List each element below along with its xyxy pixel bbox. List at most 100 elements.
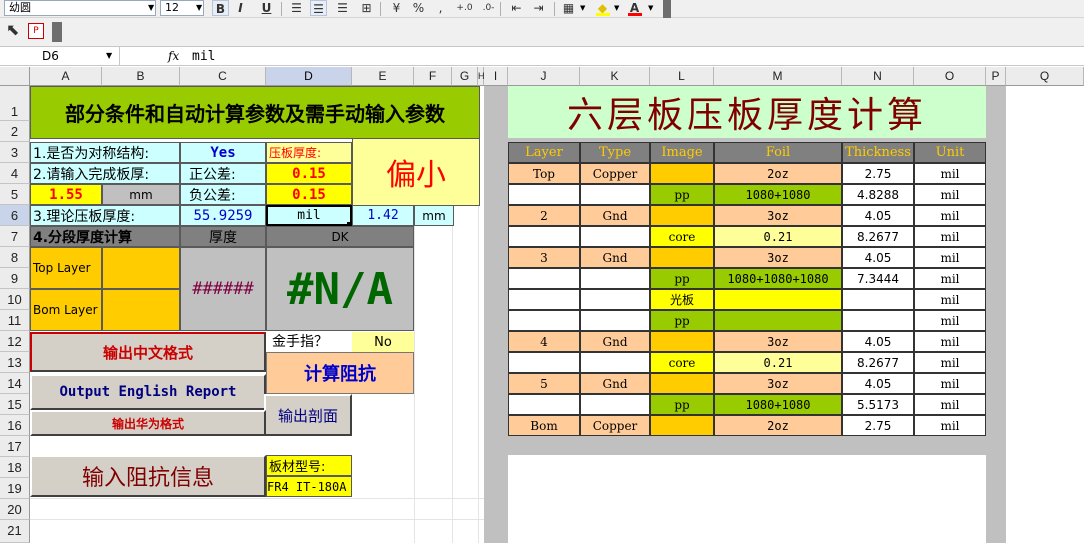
- borders-icon[interactable]: ▦: [560, 0, 577, 16]
- column-header-p[interactable]: P: [986, 67, 1006, 86]
- currency-icon[interactable]: ¥: [388, 0, 405, 16]
- row-header-7[interactable]: 7: [0, 226, 30, 247]
- toolbar-options-icon[interactable]: [52, 22, 62, 42]
- bom-layer-value[interactable]: [102, 289, 180, 331]
- stackup-cell-image[interactable]: [650, 163, 714, 184]
- align-right-icon[interactable]: ☰: [334, 0, 351, 16]
- row-header-2[interactable]: 2: [0, 121, 30, 142]
- bold-button[interactable]: B: [212, 0, 229, 16]
- input-impedance-button[interactable]: 输入阻抗信息: [30, 455, 266, 497]
- stackup-cell-foil[interactable]: 0.21: [714, 352, 842, 373]
- row-header-17[interactable]: 17: [0, 436, 30, 457]
- stackup-cell-foil[interactable]: 1080+1080+1080: [714, 268, 842, 289]
- stackup-cell-foil[interactable]: 2oz: [714, 163, 842, 184]
- italic-button[interactable]: I: [232, 0, 249, 16]
- stackup-cell-image[interactable]: core: [650, 352, 714, 373]
- row-header-4[interactable]: 4: [0, 163, 30, 184]
- row-header-12[interactable]: 12: [0, 331, 30, 352]
- export-chinese-button[interactable]: 输出中文格式: [30, 332, 266, 372]
- row-header-18[interactable]: 18: [0, 457, 30, 478]
- stackup-cell-image[interactable]: pp: [650, 310, 714, 331]
- column-header-o[interactable]: O: [914, 67, 986, 86]
- column-header-n[interactable]: N: [842, 67, 914, 86]
- stackup-cell-foil[interactable]: [714, 289, 842, 310]
- column-header-b[interactable]: B: [102, 67, 180, 86]
- column-header-f[interactable]: F: [414, 67, 452, 86]
- row-header-8[interactable]: 8: [0, 247, 30, 268]
- stackup-cell-image[interactable]: [650, 415, 714, 436]
- row-header-6[interactable]: 6: [0, 205, 30, 226]
- decrease-decimal-icon[interactable]: .0-: [480, 0, 497, 16]
- row-header-21[interactable]: 21: [0, 520, 30, 543]
- negative-tolerance-value[interactable]: 0.15: [266, 184, 352, 205]
- positive-tolerance-value[interactable]: 0.15: [266, 163, 352, 184]
- column-header-l[interactable]: L: [650, 67, 714, 86]
- pdf-icon[interactable]: P: [28, 23, 44, 39]
- toolbar-options-icon[interactable]: [663, 0, 671, 20]
- row-header-16[interactable]: 16: [0, 415, 30, 436]
- stackup-cell-foil[interactable]: 1080+1080: [714, 394, 842, 415]
- column-header-d[interactable]: D: [266, 67, 352, 86]
- stackup-cell-image[interactable]: pp: [650, 184, 714, 205]
- font-color-dropdown-icon[interactable]: ▼: [648, 4, 653, 12]
- percent-button[interactable]: %: [410, 0, 427, 16]
- font-size-dropdown-icon[interactable]: ▼: [196, 3, 202, 12]
- material-value[interactable]: FR4 IT-180A: [266, 476, 352, 497]
- align-center-icon[interactable]: ☰: [310, 0, 327, 16]
- align-left-icon[interactable]: ☰: [288, 0, 305, 16]
- comma-style-button[interactable]: ,: [432, 0, 449, 16]
- stackup-cell-image[interactable]: [650, 331, 714, 352]
- column-header-j[interactable]: J: [508, 67, 580, 86]
- row-header-15[interactable]: 15: [0, 394, 30, 415]
- row-header-19[interactable]: 19: [0, 478, 30, 499]
- stackup-cell-foil[interactable]: 3oz: [714, 373, 842, 394]
- font-name-dropdown-icon[interactable]: ▼: [148, 3, 154, 12]
- select-all-corner[interactable]: [0, 67, 30, 86]
- column-header-k[interactable]: K: [580, 67, 650, 86]
- row-header-9[interactable]: 9: [0, 268, 30, 289]
- column-header-a[interactable]: A: [30, 67, 102, 86]
- formula-input[interactable]: mil: [192, 49, 215, 64]
- stackup-cell-foil[interactable]: 1080+1080: [714, 184, 842, 205]
- stackup-cell-foil[interactable]: 3oz: [714, 331, 842, 352]
- gold-finger-value[interactable]: No: [352, 332, 414, 352]
- stackup-cell-image[interactable]: core: [650, 226, 714, 247]
- increase-indent-icon[interactable]: ⇥: [530, 0, 547, 16]
- stackup-cell-foil[interactable]: 2oz: [714, 415, 842, 436]
- row-header-20[interactable]: 20: [0, 499, 30, 520]
- column-header-c[interactable]: C: [180, 67, 266, 86]
- stackup-cell-image[interactable]: 光板: [650, 289, 714, 310]
- column-header-q[interactable]: Q: [1006, 67, 1084, 86]
- fill-color-dropdown-icon[interactable]: ▼: [614, 4, 619, 12]
- finished-thickness-input[interactable]: 1.55: [30, 184, 102, 205]
- export-english-button[interactable]: Output English Report: [30, 374, 266, 410]
- merge-center-icon[interactable]: ⊞: [358, 0, 375, 16]
- row-header-10[interactable]: 10: [0, 289, 30, 310]
- column-header-m[interactable]: M: [714, 67, 842, 86]
- row-header-13[interactable]: 13: [0, 352, 30, 373]
- increase-decimal-icon[interactable]: +.0: [456, 0, 473, 16]
- stackup-cell-foil[interactable]: 3oz: [714, 247, 842, 268]
- stackup-cell-image[interactable]: [650, 247, 714, 268]
- stackup-cell-foil[interactable]: [714, 310, 842, 331]
- export-section-button[interactable]: 输出剖面: [264, 394, 352, 436]
- export-huawei-button[interactable]: 输出华为格式: [30, 410, 266, 436]
- stackup-cell-image[interactable]: [650, 205, 714, 226]
- row-header-14[interactable]: 14: [0, 373, 30, 394]
- top-layer-value[interactable]: [102, 247, 180, 289]
- name-box-dropdown-icon[interactable]: ▼: [106, 51, 112, 60]
- function-icon[interactable]: fx: [168, 49, 179, 63]
- theory-unit-cell-selected[interactable]: mil: [266, 205, 352, 226]
- borders-dropdown-icon[interactable]: ▼: [580, 4, 585, 12]
- symmetric-value[interactable]: Yes: [180, 142, 266, 163]
- row-header-1[interactable]: 1: [0, 86, 30, 121]
- decrease-indent-icon[interactable]: ⇤: [508, 0, 525, 16]
- underline-button[interactable]: U: [258, 0, 275, 16]
- stackup-cell-foil[interactable]: 0.21: [714, 226, 842, 247]
- stackup-cell-foil[interactable]: 3oz: [714, 205, 842, 226]
- column-header-e[interactable]: E: [352, 67, 414, 86]
- column-header-g[interactable]: G: [452, 67, 478, 86]
- calc-impedance-button[interactable]: 计算阻抗: [266, 352, 414, 394]
- stackup-cell-image[interactable]: pp: [650, 394, 714, 415]
- font-name-box[interactable]: 幼圆: [4, 0, 156, 16]
